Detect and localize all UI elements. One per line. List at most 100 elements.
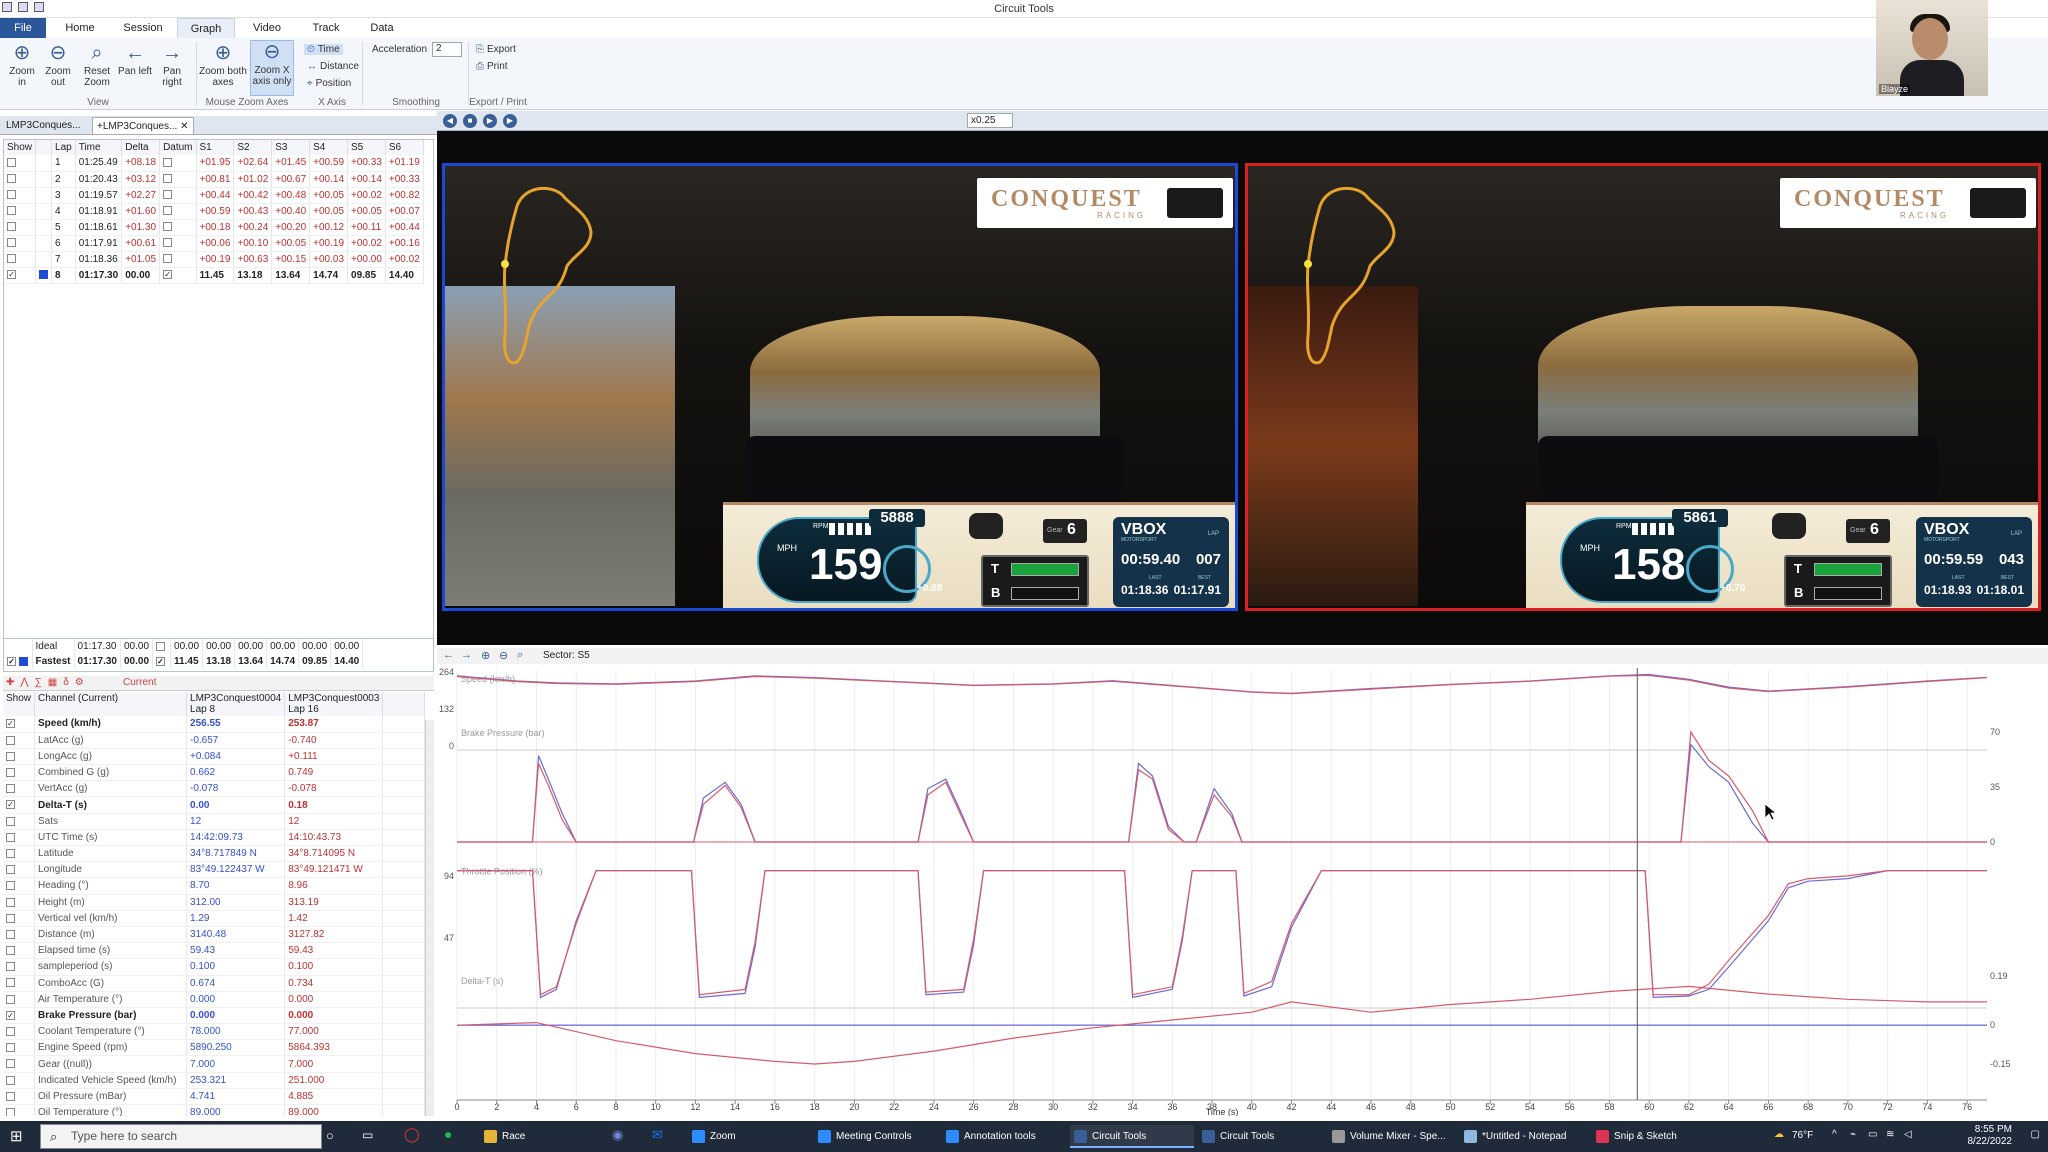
channel-show[interactable] [3, 732, 36, 749]
channel-row[interactable]: Oil Pressure (mBar) 4.741 4.885 [3, 1088, 425, 1106]
channel-row[interactable]: Latitude 34°8.717849 N 34°8.714095 N [3, 845, 425, 863]
checkbox[interactable] [163, 190, 173, 200]
channel-row[interactable]: ✓ Delta-T (s) 0.00 0.18 [3, 796, 425, 814]
arrow-left-icon[interactable]: ← [443, 649, 454, 661]
channel-show[interactable] [3, 1088, 36, 1106]
battery-icon[interactable]: ▭ [1868, 1129, 1877, 1140]
channel-show[interactable] [3, 910, 36, 927]
lap-datum[interactable]: ✓ [159, 267, 197, 284]
step-forward-icon[interactable]: ▶ [503, 114, 517, 128]
checkbox[interactable] [6, 1027, 15, 1037]
channel-row[interactable]: UTC Time (s) 14:42:09.73 14:10:43.73 [3, 829, 425, 847]
channel-row[interactable]: Coolant Temperature (°) 78.000 77.000 [3, 1023, 425, 1041]
channel-show[interactable] [3, 1023, 36, 1041]
channel-show[interactable] [3, 748, 36, 766]
checkbox[interactable] [6, 1043, 15, 1053]
x-axis-distance-option[interactable]: ↔ Distance [307, 61, 359, 72]
temperature[interactable]: 76°F [1792, 1130, 1813, 1141]
lap-show[interactable] [4, 219, 37, 236]
checkbox[interactable] [6, 1059, 15, 1069]
chart-icon[interactable]: ⋀ [20, 677, 28, 688]
playback-speed-select[interactable]: x0.25 [967, 113, 1013, 128]
zoom-in-icon[interactable]: ⊕ [481, 649, 490, 662]
checkbox[interactable] [6, 735, 15, 745]
notification-icon[interactable]: ▢ [2031, 1129, 2040, 1140]
channel-show[interactable] [3, 1039, 36, 1057]
channel-show[interactable] [3, 926, 36, 944]
telemetry-graph[interactable]: 264 132 0 Speed (km/h) 70 35 0 Brake Pressure (… [437, 664, 2048, 1116]
acceleration-spinner[interactable]: 2 [432, 42, 462, 57]
channel-show[interactable] [3, 813, 36, 830]
zoom-x-axis-only-button[interactable]: ⊖ Zoom X axis only [250, 40, 294, 96]
lap-show[interactable] [4, 187, 37, 204]
taskbar-item-annotation-tools[interactable]: Annotation tools [942, 1125, 1066, 1148]
math-icon[interactable]: ∑ [35, 677, 42, 688]
channel-row[interactable]: Height (m) 312.00 313.19 [3, 894, 425, 911]
channel-row[interactable]: Heading (°) 8.70 8.96 [3, 877, 425, 895]
x-axis-position-option[interactable]: ⌖ Position [307, 78, 351, 89]
lap-row[interactable]: 4 01:18.91 +01.60 +00.59 +00.43 +00.40 +00.05 +… [4, 203, 424, 220]
col-header[interactable]: S6 [385, 140, 424, 155]
lap-datum[interactable] [159, 187, 197, 204]
zoom-out-button[interactable]: ⊖ Zoom out [40, 42, 76, 88]
discord-icon[interactable]: ◉ [612, 1127, 623, 1143]
reset-zoom-button[interactable]: ⌕ Reset Zoom [78, 42, 116, 88]
col-header[interactable]: LMP3Conquest0004 Lap 8 [186, 692, 286, 716]
chevron-up-icon[interactable]: ^ [1832, 1129, 1837, 1140]
channel-row[interactable]: ✓ Brake Pressure (bar) 0.000 0.000 [3, 1007, 425, 1025]
lap-datum[interactable] [159, 203, 197, 220]
task-view-icon[interactable]: ▭ [362, 1128, 373, 1142]
checkbox[interactable] [163, 238, 173, 248]
checkbox[interactable]: ✓ [6, 800, 15, 810]
col-header[interactable]: Show [3, 692, 36, 716]
checkbox[interactable] [163, 222, 173, 232]
checkbox[interactable]: ✓ [156, 656, 166, 666]
lap-show[interactable] [4, 251, 37, 268]
lap-show[interactable] [4, 235, 37, 252]
pan-left-button[interactable]: ← Pan left [118, 42, 152, 77]
settings-icon[interactable]: ⚙ [75, 677, 84, 688]
lap-datum[interactable] [159, 219, 197, 236]
col-header[interactable]: S2 [233, 140, 273, 155]
channel-row[interactable]: Longitude 83°49.122437 W 83°49.121471 W [3, 861, 425, 879]
vertical-scrollbar[interactable] [425, 720, 434, 1116]
lap-datum[interactable] [159, 155, 197, 172]
lap-show[interactable]: ✓ [4, 267, 37, 284]
tab-video[interactable]: Video [244, 18, 290, 38]
channel-row[interactable]: ✓ Speed (km/h) 256.55 253.87 [3, 716, 425, 733]
col-header[interactable]: LMP3Conquest0003 Lap 16 [284, 692, 384, 716]
close-icon[interactable]: ✕ [180, 121, 188, 132]
add-channel-icon[interactable]: ✚ [6, 677, 14, 688]
fastest-show[interactable]: ✓ [4, 654, 33, 669]
checkbox[interactable] [163, 254, 173, 264]
channel-show[interactable] [3, 780, 36, 798]
checkbox[interactable] [6, 848, 15, 858]
channel-show[interactable] [3, 845, 36, 863]
taskbar-item-volume-mixer[interactable]: Volume Mixer - Spe... [1328, 1125, 1456, 1148]
volume-icon[interactable]: ◁ [1904, 1129, 1912, 1140]
session-tab-active[interactable]: +LMP3Conques... ✕ [92, 117, 194, 134]
col-header[interactable]: Datum [159, 140, 197, 155]
arrow-right-icon[interactable]: → [461, 649, 472, 661]
checkbox[interactable] [6, 994, 15, 1004]
channel-show[interactable] [3, 764, 36, 782]
checkbox[interactable] [6, 962, 15, 972]
channel-row[interactable]: Oil Temperature (°) 89.000 89.000 [3, 1104, 425, 1116]
checkbox[interactable] [7, 190, 16, 200]
lap-row[interactable]: 5 01:18.61 +01.30 +00.18 +00.24 +00.20 +00.12 +… [4, 219, 424, 236]
taskbar-item-circuit-tools[interactable]: Circuit Tools [1198, 1125, 1322, 1148]
channel-row[interactable]: LongAcc (g) +0.084 +0.111 [3, 748, 425, 766]
channel-row[interactable]: VertAcc (g) -0.078 -0.078 [3, 780, 425, 798]
session-tab[interactable]: LMP3Conques... [2, 117, 85, 134]
tab-home[interactable]: Home [60, 18, 100, 38]
checkbox[interactable] [7, 158, 16, 168]
checkbox[interactable] [7, 222, 16, 232]
tab-track[interactable]: Track [306, 18, 346, 38]
tab-data[interactable]: Data [362, 18, 402, 38]
checkbox[interactable]: ✓ [163, 270, 173, 280]
channel-row[interactable]: ComboAcc (G) 0.674 0.734 [3, 975, 425, 992]
lap-row[interactable]: 7 01:18.36 +01.05 +00.19 +00.63 +00.15 +00.03 +… [4, 251, 424, 268]
checkbox[interactable] [6, 816, 15, 826]
video-right[interactable]: CONQUEST RACING RPM MPH 158 5861 +0.70 G… [1245, 163, 2041, 611]
channel-row[interactable]: Air Temperature (°) 0.000 0.000 [3, 991, 425, 1008]
